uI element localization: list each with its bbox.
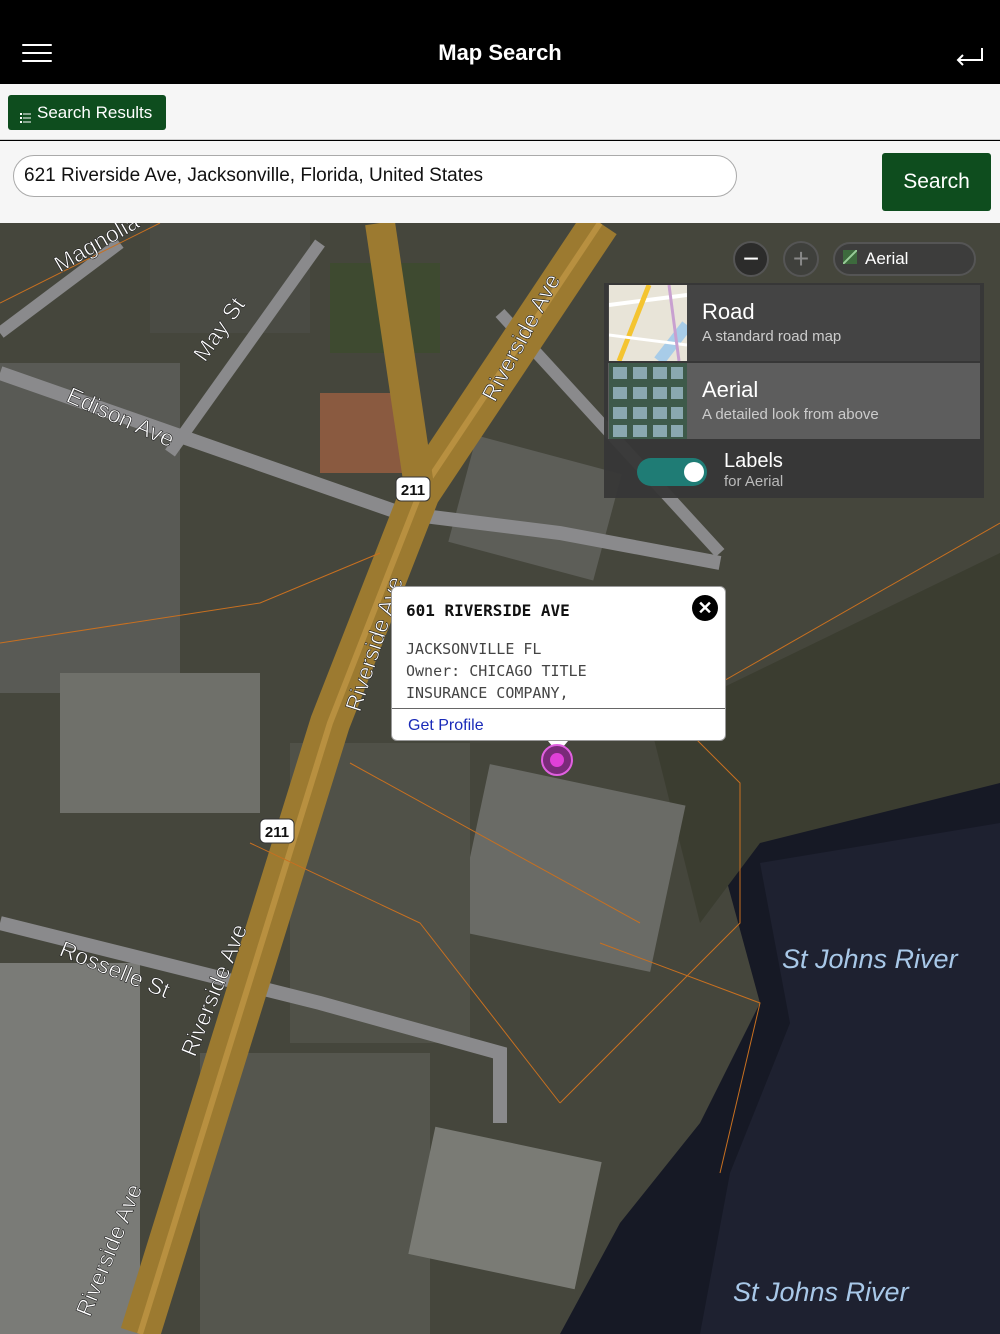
location-pin-icon[interactable] [541,744,573,776]
toolbar: Search Results [0,84,1000,140]
search-bar: Search [0,141,1000,223]
aerial-style-icon [842,249,858,269]
zoom-in-button[interactable]: + [783,241,819,277]
svg-text:211: 211 [265,824,289,841]
route-211-shield: 211 [395,476,431,502]
street-label-may-st: May St [188,292,251,366]
street-label-riverside-ave: Riverside Ave [71,1180,148,1320]
aerial-style-subtitle: A detailed look from above [702,406,879,423]
road-map-thumbnail [609,285,687,361]
page-title: Map Search [438,40,562,65]
labels-toggle-row: Labels for Aerial [604,443,984,498]
map-style-panel: Road A standard road map Aerial A detail… [604,283,984,498]
search-results-label: Search Results [37,102,153,122]
list-icon [20,108,31,123]
street-label-magnolia: Magnolia [50,223,144,277]
property-owner-continued: INSURANCE COMPANY, [406,684,569,702]
address-search-input[interactable] [13,155,737,197]
search-button[interactable]: Search [882,153,991,211]
return-arrow-icon[interactable] [952,40,986,70]
map-style-selected-label: Aerial [865,249,909,268]
get-profile-link[interactable]: Get Profile [408,717,484,735]
route-211-shield: 211 [259,818,295,844]
road-style-option[interactable]: Road A standard road map [608,285,980,361]
top-bar: Map Search [0,0,1000,84]
zoom-out-button[interactable]: − [733,241,769,277]
property-owner: Owner: CHICAGO TITLE [406,662,587,680]
property-city: JACKSONVILLE FL [406,640,542,658]
labels-toggle[interactable] [637,458,707,486]
labels-toggle-title: Labels [724,450,783,472]
aerial-style-title: Aerial [702,377,759,402]
road-style-title: Road [702,299,755,324]
labels-toggle-subtitle: for Aerial [724,473,784,490]
aerial-map-thumbnail [609,363,687,439]
property-info-popup: 601 RIVERSIDE AVE ✕ JACKSONVILLE FL Owne… [391,586,726,753]
street-label-rosselle-st: Rosselle St [56,936,174,1004]
map-view[interactable]: Magnolia May St Edison Ave Riverside Ave… [0,223,1000,1334]
map-style-selector[interactable]: Aerial [833,242,976,276]
map-controls: − + Aerial [733,240,976,278]
street-label-edison-ave: Edison Ave [63,382,178,452]
street-label-riverside-ave: Riverside Ave [176,920,253,1060]
river-label: St Johns River [782,944,959,974]
popup-divider [392,708,725,709]
svg-text:211: 211 [401,482,425,499]
property-address-title: 601 RIVERSIDE AVE [406,601,570,620]
search-results-button[interactable]: Search Results [8,95,167,130]
aerial-style-option[interactable]: Aerial A detailed look from above [608,363,980,439]
street-label-riverside-ave: Riverside Ave [476,269,565,405]
road-style-subtitle: A standard road map [702,328,842,345]
river-label: St Johns River [733,1277,910,1307]
close-icon[interactable]: ✕ [692,595,718,621]
